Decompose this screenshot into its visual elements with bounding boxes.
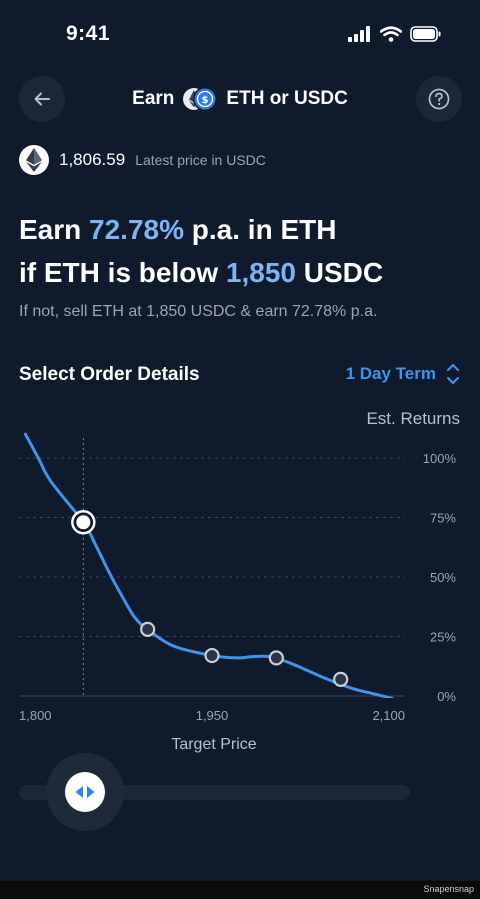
data-point-marker bbox=[268, 650, 284, 666]
headline-subtext: If not, sell ETH at 1,850 USDC & earn 72… bbox=[19, 303, 378, 320]
coin-pair-icon: $ bbox=[182, 86, 218, 112]
svg-text:$: $ bbox=[202, 95, 209, 106]
nav-title-suffix: ETH or USDC bbox=[226, 88, 348, 109]
top-nav: Earn $ ETH or USDC bbox=[0, 76, 480, 124]
ethereum-icon bbox=[19, 145, 49, 175]
headline-earn: Earn bbox=[19, 214, 82, 245]
returns-chart-svg: 100% 75% 50% 25% 0% 1,800 1,950 2,100 Target Pri… bbox=[19, 432, 457, 753]
status-time: 9:41 bbox=[66, 22, 111, 45]
footer-bar: Snapensnap bbox=[0, 881, 480, 899]
latest-price-caption: Latest price in USDC bbox=[135, 152, 266, 168]
data-point-marker bbox=[333, 671, 349, 687]
headline-line-2: if ETH is below 1,850 USDC bbox=[19, 251, 383, 294]
y-tick-label: 50% bbox=[430, 570, 456, 585]
headline-condition: if ETH is below bbox=[19, 257, 219, 288]
status-icons bbox=[348, 26, 442, 42]
returns-chart[interactable]: 100% 75% 50% 25% 0% 1,800 1,950 2,100 Target Pri… bbox=[0, 430, 480, 760]
headline-line-1: Earn 72.78% p.a. in ETH bbox=[19, 208, 383, 251]
data-point-marker bbox=[140, 621, 156, 637]
latest-price-value: 1,806.59 bbox=[59, 150, 126, 169]
headline-asset: p.a. in ETH bbox=[191, 214, 337, 245]
order-details-row: Select Order Details 1 Day Term bbox=[19, 362, 460, 390]
x-tick-label: 2,100 bbox=[372, 708, 405, 723]
help-button[interactable] bbox=[416, 76, 462, 122]
watermark: Snapensnap bbox=[423, 884, 474, 894]
headline-currency: USDC bbox=[303, 257, 384, 288]
target-price-slider-knob[interactable] bbox=[65, 772, 105, 812]
est-returns-label: Est. Returns bbox=[366, 409, 460, 428]
status-bar: 9:41 bbox=[0, 0, 480, 72]
cellular-signal-icon bbox=[348, 26, 370, 42]
term-selector[interactable]: 1 Day Term bbox=[346, 362, 460, 386]
data-point-marker bbox=[204, 647, 220, 664]
headline: Earn 72.78% p.a. in ETH if ETH is below … bbox=[19, 208, 383, 294]
left-right-arrows-icon bbox=[75, 786, 95, 798]
x-tick-label: 1,800 bbox=[19, 708, 52, 723]
wifi-icon bbox=[380, 26, 402, 42]
battery-icon bbox=[410, 26, 441, 42]
nav-title: Earn $ ETH or USDC bbox=[0, 86, 480, 112]
term-selector-label: 1 Day Term bbox=[345, 364, 436, 383]
order-details-title: Select Order Details bbox=[19, 364, 200, 385]
y-tick-label: 25% bbox=[430, 630, 456, 645]
selected-point-marker bbox=[76, 515, 91, 530]
question-icon bbox=[428, 88, 450, 110]
y-tick-label: 0% bbox=[437, 689, 456, 704]
x-tick-label: 1,950 bbox=[196, 708, 229, 723]
latest-price-row: 1,806.59 Latest price in USDC bbox=[19, 145, 266, 175]
y-tick-label: 100% bbox=[423, 451, 457, 466]
headline-strike: 1,850 bbox=[225, 257, 296, 288]
chevron-up-down-icon bbox=[447, 364, 459, 384]
headline-apy: 72.78% bbox=[89, 214, 184, 245]
x-axis-title: Target Price bbox=[171, 736, 256, 753]
nav-title-prefix: Earn bbox=[132, 88, 175, 109]
y-tick-label: 75% bbox=[430, 511, 456, 526]
